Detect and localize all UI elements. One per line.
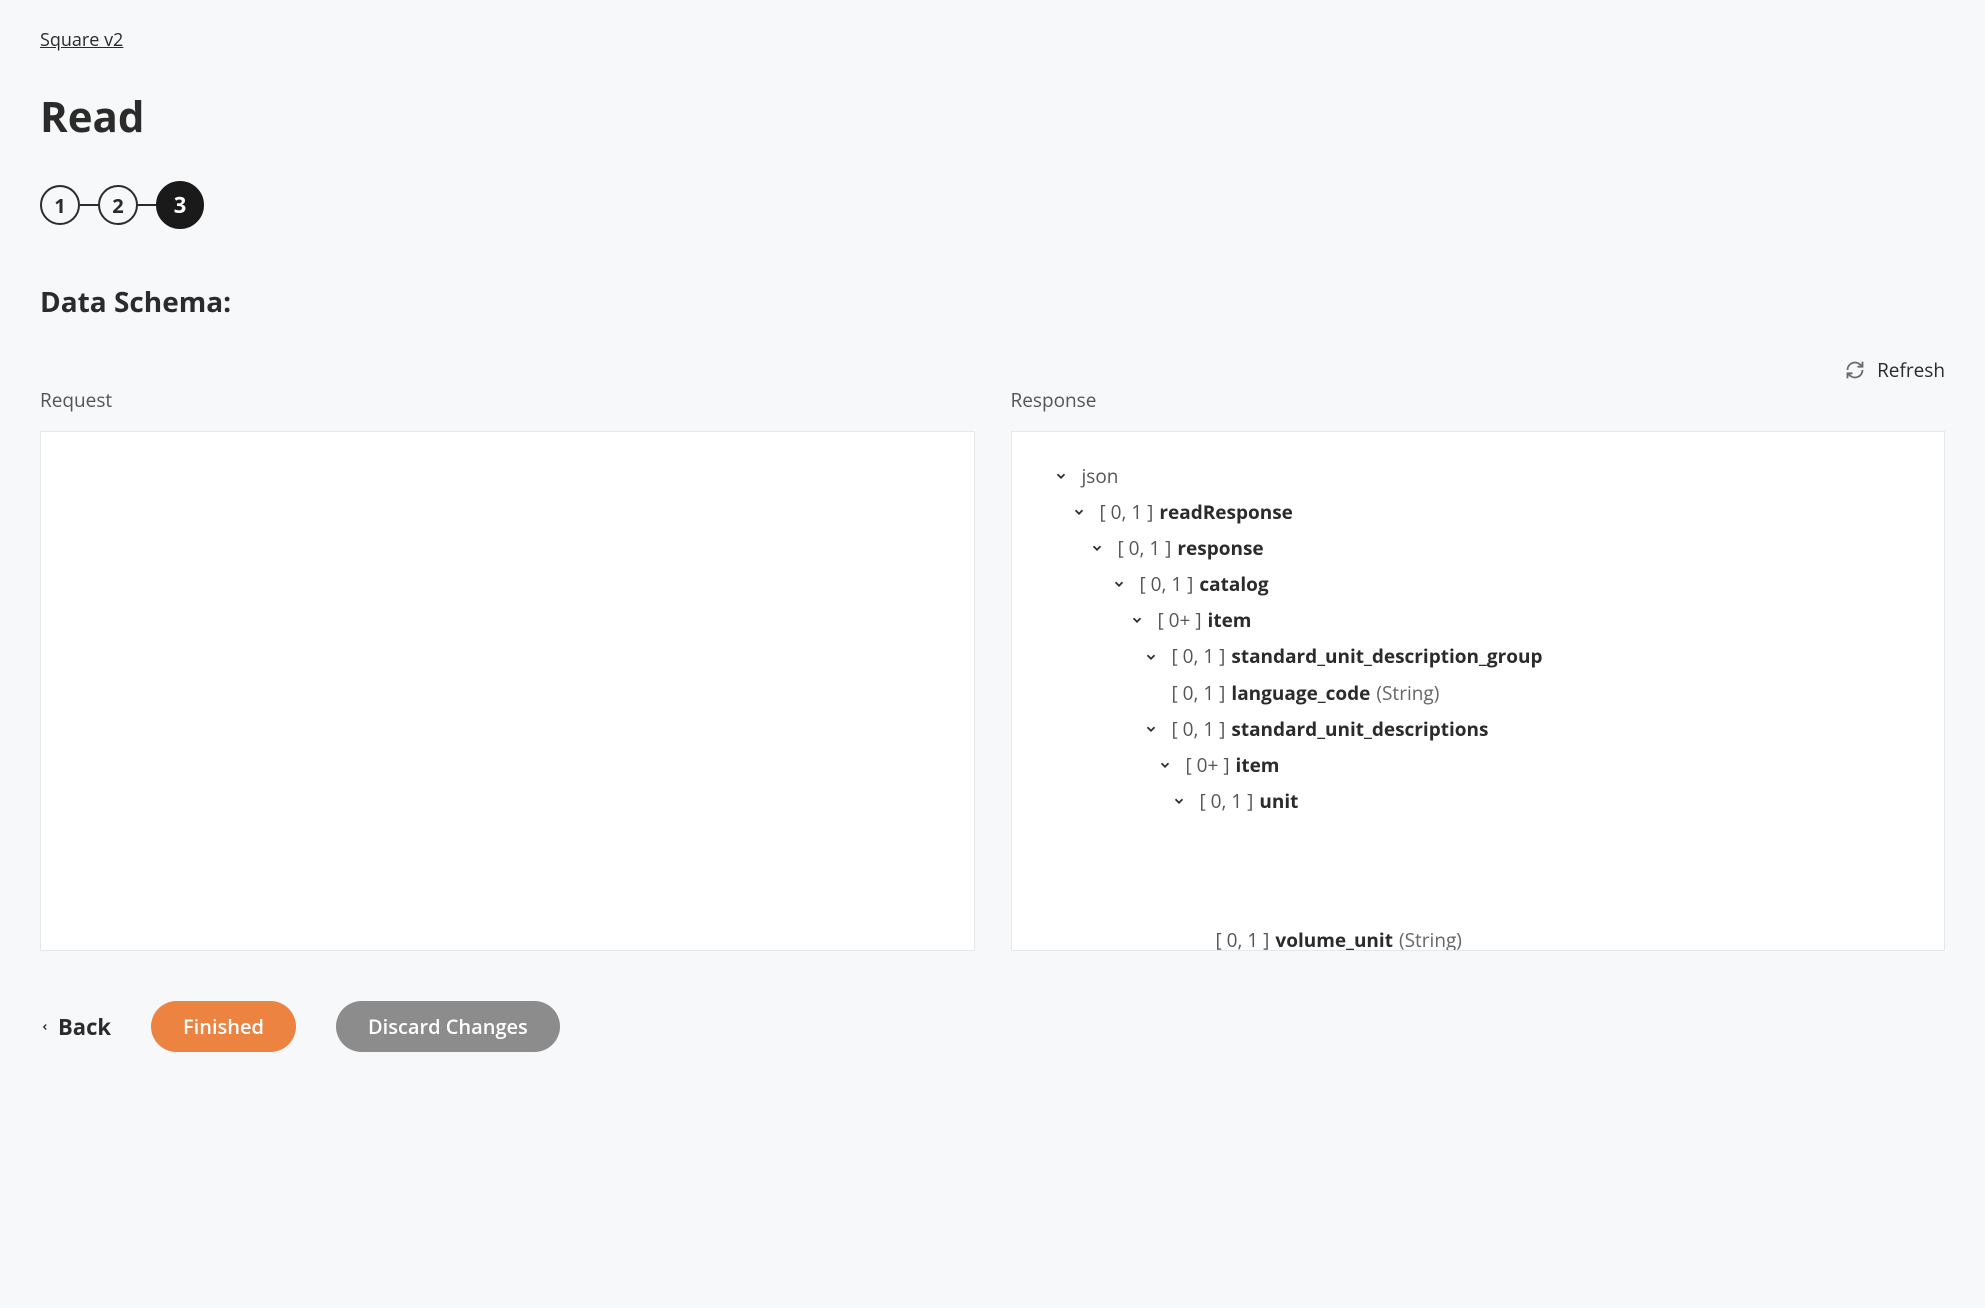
refresh-button[interactable]: Refresh — [40, 357, 1945, 383]
tree-range: [ 0+ ] — [1186, 747, 1230, 783]
request-label: Request — [40, 387, 975, 413]
tree-range: [ 0+ ] — [1158, 602, 1202, 638]
request-panel: Request — [40, 387, 975, 951]
tree-range: [ 0, 1 ] — [1172, 638, 1226, 674]
step-2[interactable]: 2 — [98, 185, 138, 225]
chevron-down-icon — [1172, 794, 1186, 808]
response-box: json[ 0, 1 ] readResponse[ 0, 1 ] respon… — [1011, 431, 1946, 951]
tree-node-name: response — [1177, 530, 1263, 566]
tree-node-name: unit — [1259, 783, 1298, 819]
tree-node-name: item — [1236, 747, 1280, 783]
back-label: Back — [58, 1012, 111, 1042]
request-box — [40, 431, 975, 951]
back-button[interactable]: Back — [40, 1012, 111, 1042]
tree-node-type: (String) — [1376, 675, 1439, 711]
tree-row[interactable]: [ 0+ ] item — [1032, 747, 1925, 783]
chevron-down-icon — [1130, 613, 1144, 627]
step-connector — [138, 204, 156, 206]
tree-node-name: standard_unit_description_group — [1231, 638, 1542, 674]
tree-row[interactable]: [ 0, 1 ] catalog — [1032, 566, 1925, 602]
refresh-label: Refresh — [1877, 357, 1945, 383]
tree-node-name: language_code — [1231, 675, 1370, 711]
response-panel: Response json[ 0, 1 ] readResponse[ 0, 1… — [1011, 387, 1946, 951]
stepper: 1 2 3 — [40, 181, 1945, 229]
tree-row[interactable]: [ 0, 1 ] standard_unit_description_group — [1032, 638, 1925, 674]
finished-button[interactable]: Finished — [151, 1001, 296, 1052]
page-title: Read — [40, 88, 1945, 145]
step-1[interactable]: 1 — [40, 185, 80, 225]
footer-actions: Back Finished Discard Changes — [40, 1001, 1945, 1052]
chevron-down-icon — [1072, 505, 1086, 519]
tree-node-name: readResponse — [1159, 494, 1293, 530]
step-3[interactable]: 3 — [156, 181, 204, 229]
response-tree: json[ 0, 1 ] readResponse[ 0, 1 ] respon… — [1032, 458, 1925, 819]
tree-row[interactable]: [ 0, 1 ] standard_unit_descriptions — [1032, 711, 1925, 747]
tree-row: [ 0, 1 ] volume_unit(String) — [1032, 922, 1925, 951]
chevron-down-icon — [1158, 758, 1172, 772]
tree-row: [ 0, 1 ] language_code(String) — [1032, 675, 1925, 711]
tree-node-name: volume_unit — [1275, 922, 1393, 951]
chevron-down-icon — [1144, 650, 1158, 664]
tree-range: [ 0, 1 ] — [1118, 530, 1172, 566]
schema-panels: Request Response json[ 0, 1 ] readRespon… — [40, 387, 1945, 951]
tree-node-name: catalog — [1199, 566, 1268, 602]
chevron-down-icon — [1054, 469, 1068, 483]
section-title: Data Schema: — [40, 283, 1945, 321]
tree-node-name: item — [1208, 602, 1252, 638]
response-label: Response — [1011, 387, 1946, 413]
discard-changes-button[interactable]: Discard Changes — [336, 1001, 560, 1052]
tree-node-name: standard_unit_descriptions — [1231, 711, 1488, 747]
tree-row[interactable]: [ 0, 1 ] response — [1032, 530, 1925, 566]
tree-range: [ 0, 1 ] — [1216, 922, 1270, 951]
tree-node-name: json — [1082, 458, 1119, 494]
step-connector — [80, 204, 98, 206]
chevron-down-icon — [1112, 577, 1126, 591]
chevron-left-icon — [40, 1022, 50, 1032]
chevron-down-icon — [1090, 541, 1104, 555]
tree-row[interactable]: json — [1032, 458, 1925, 494]
refresh-icon — [1845, 360, 1865, 380]
tree-row[interactable]: [ 0, 1 ] readResponse — [1032, 494, 1925, 530]
tree-row[interactable]: [ 0, 1 ] unit — [1032, 783, 1925, 819]
tree-range: [ 0, 1 ] — [1140, 566, 1194, 602]
tree-range: [ 0, 1 ] — [1100, 494, 1154, 530]
tree-row[interactable]: [ 0+ ] item — [1032, 602, 1925, 638]
breadcrumb-link[interactable]: Square v2 — [40, 28, 123, 52]
tree-node-type: (String) — [1399, 922, 1462, 951]
tree-range: [ 0, 1 ] — [1172, 675, 1226, 711]
chevron-down-icon — [1144, 722, 1158, 736]
tree-range: [ 0, 1 ] — [1200, 783, 1254, 819]
tree-range: [ 0, 1 ] — [1172, 711, 1226, 747]
